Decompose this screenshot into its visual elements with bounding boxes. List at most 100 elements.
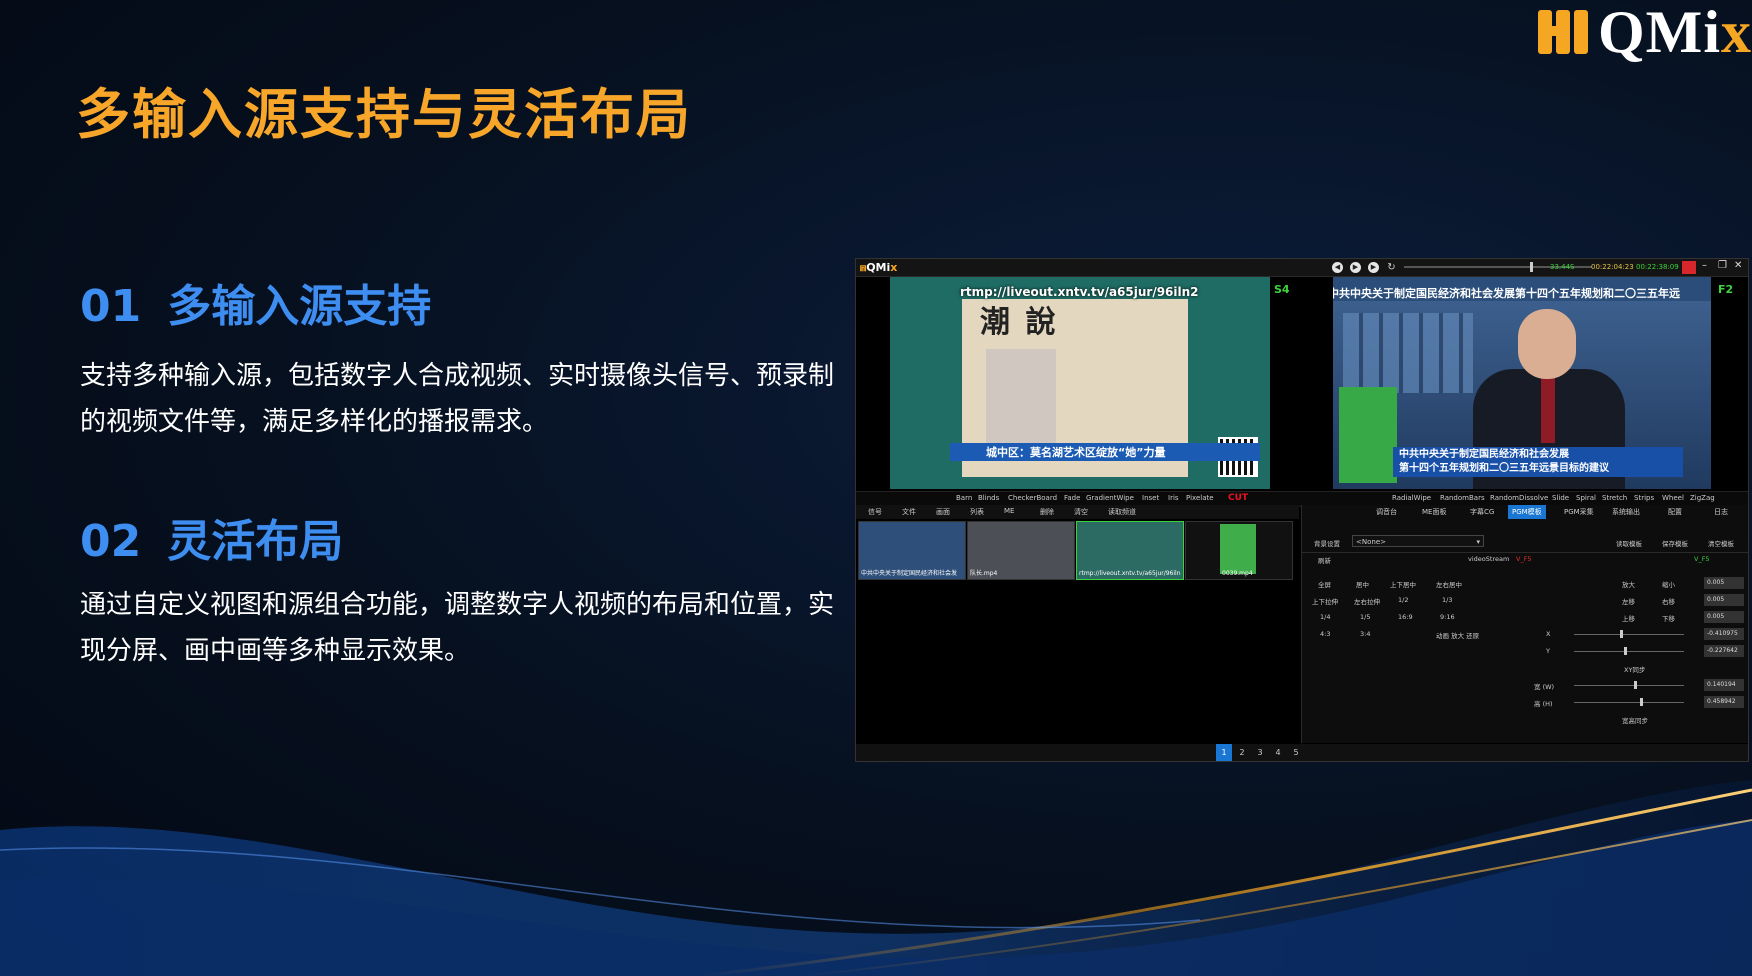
tab-caption-cg[interactable]: 字幕CG <box>1470 507 1494 517</box>
w-slider-knob[interactable] <box>1634 681 1637 689</box>
transition-barn[interactable]: Barn <box>956 494 972 502</box>
layout-center[interactable]: 居中 <box>1356 579 1369 589</box>
tab-screen[interactable]: 画面 <box>936 507 950 517</box>
transition-radialwipe[interactable]: RadialWipe <box>1392 494 1431 502</box>
w-value-field[interactable]: 0.140194 <box>1704 679 1744 691</box>
page-button-3[interactable]: 3 <box>1252 744 1268 761</box>
page-button-1[interactable]: 1 <box>1216 744 1232 761</box>
source-thumb[interactable]: 中共中央关于制定国民经济和社会发 <box>858 521 966 580</box>
move-down-button[interactable]: 下移 <box>1662 613 1675 623</box>
transition-slide[interactable]: Slide <box>1552 494 1569 502</box>
restore-icon[interactable]: ❐ <box>1718 260 1727 271</box>
wh-sync-toggle[interactable]: 宽高同步 <box>1622 715 1648 725</box>
preview-monitor[interactable]: 潮 說 rtmp://liveout.xntv.tv/a65jur/96iln2… <box>890 277 1270 489</box>
x-value-field[interactable]: -0.410975 <box>1704 628 1744 640</box>
move-left-button[interactable]: 左移 <box>1622 596 1635 606</box>
tab-clear[interactable]: 清空 <box>1074 507 1088 517</box>
page-button-4[interactable]: 4 <box>1270 744 1286 761</box>
layout-vcenter[interactable]: 上下居中 <box>1390 579 1416 589</box>
load-template-button[interactable]: 读取模板 <box>1616 538 1642 548</box>
step-field-2[interactable]: 0.005 <box>1704 594 1744 606</box>
digital-human-pip <box>1339 387 1397 483</box>
tab-delete[interactable]: 删除 <box>1040 507 1054 517</box>
x-slider[interactable] <box>1574 634 1684 635</box>
transition-pixelate[interactable]: Pixelate <box>1186 494 1214 502</box>
program-monitor[interactable]: 中共中央关于制定国民经济和社会发展第十四个五年规划和二〇三五年远 中共中央关于制… <box>1333 277 1711 489</box>
tab-system-output[interactable]: 系统输出 <box>1612 507 1640 517</box>
source-thumb[interactable]: rtmp://liveout.xntv.tv/a65jur/96iln <box>1076 521 1184 580</box>
source-thumb[interactable]: 0039.mp4 <box>1185 521 1293 580</box>
transition-strips[interactable]: Strips <box>1634 494 1654 502</box>
h-value-field[interactable]: 0.458942 <box>1704 696 1744 708</box>
save-template-button[interactable]: 保存模板 <box>1662 538 1688 548</box>
minimize-icon[interactable]: – <box>1702 260 1707 271</box>
layout-third[interactable]: 1/3 <box>1442 596 1452 604</box>
tab-signal[interactable]: 信号 <box>868 507 882 517</box>
volume-mute-icon[interactable] <box>1682 261 1696 274</box>
tab-file[interactable]: 文件 <box>902 507 916 517</box>
layout-16-9[interactable]: 16:9 <box>1398 613 1413 621</box>
bg-setting-select[interactable]: <None> ▾ <box>1352 535 1484 547</box>
transition-randombars[interactable]: RandomBars <box>1440 494 1485 502</box>
page-button-2[interactable]: 2 <box>1234 744 1250 761</box>
transition-stretch[interactable]: Stretch <box>1602 494 1627 502</box>
transition-checkerboard[interactable]: CheckerBoard <box>1008 494 1057 502</box>
clear-template-button[interactable]: 清空模板 <box>1708 538 1734 548</box>
tab-me-panel[interactable]: ME面板 <box>1422 507 1446 517</box>
transition-zigzag[interactable]: ZigZag <box>1690 494 1715 502</box>
play-icon[interactable]: ▶ <box>1350 262 1361 273</box>
layout-quarter[interactable]: 1/4 <box>1320 613 1330 621</box>
refresh-button[interactable]: 刷新 <box>1318 555 1331 565</box>
cut-button[interactable]: CUT <box>1228 493 1248 503</box>
tab-pgm-capture[interactable]: PGM采集 <box>1564 507 1594 517</box>
transition-blinds[interactable]: Blinds <box>978 494 999 502</box>
layout-hstretch[interactable]: 左右拉伸 <box>1354 596 1380 606</box>
w-slider[interactable] <box>1574 685 1684 686</box>
layout-anim-zoom-restore[interactable]: 动画 放大 还原 <box>1436 630 1479 640</box>
tab-audio-mixer[interactable]: 调音台 <box>1376 507 1397 517</box>
page-selector: 1 2 3 4 5 <box>856 744 1748 761</box>
transition-iris[interactable]: Iris <box>1168 494 1179 502</box>
tab-log[interactable]: 日志 <box>1714 507 1728 517</box>
transition-inset[interactable]: Inset <box>1142 494 1159 502</box>
x-slider-knob[interactable] <box>1620 630 1623 638</box>
layout-4-3[interactable]: 4:3 <box>1320 630 1330 638</box>
close-icon[interactable]: ✕ <box>1734 260 1742 271</box>
h-slider-knob[interactable] <box>1640 698 1643 706</box>
transition-randomdissolve[interactable]: RandomDissolve <box>1490 494 1548 502</box>
step-field-1[interactable]: 0.005 <box>1704 577 1744 589</box>
next-icon[interactable]: ▶ <box>1368 262 1379 273</box>
tab-list[interactable]: 列表 <box>970 507 984 517</box>
y-slider[interactable] <box>1574 651 1684 652</box>
layout-half[interactable]: 1/2 <box>1398 596 1408 604</box>
layout-3-4[interactable]: 3:4 <box>1360 630 1370 638</box>
layout-fullscreen[interactable]: 全屏 <box>1318 579 1331 589</box>
xy-sync-toggle[interactable]: XY同步 <box>1624 664 1645 674</box>
page-button-5[interactable]: 5 <box>1288 744 1304 761</box>
zoom-out-button[interactable]: 缩小 <box>1662 579 1675 589</box>
move-up-button[interactable]: 上移 <box>1622 613 1635 623</box>
tab-read-channel[interactable]: 读取频道 <box>1108 507 1136 517</box>
tab-config[interactable]: 配置 <box>1668 507 1682 517</box>
move-right-button[interactable]: 右移 <box>1662 596 1675 606</box>
zoom-in-button[interactable]: 放大 <box>1622 579 1635 589</box>
y-slider-knob[interactable] <box>1624 647 1627 655</box>
layout-vstretch[interactable]: 上下拉伸 <box>1312 596 1338 606</box>
source-thumb[interactable]: 队长.mp4 <box>967 521 1075 580</box>
refresh-icon[interactable]: ↻ <box>1386 262 1397 273</box>
tab-pgm-template[interactable]: PGM模板 <box>1508 505 1546 519</box>
transition-wheel[interactable]: Wheel <box>1662 494 1684 502</box>
h-slider[interactable] <box>1574 702 1684 703</box>
transition-fade[interactable]: Fade <box>1064 494 1080 502</box>
transition-gradientwipe[interactable]: GradientWipe <box>1086 494 1134 502</box>
transition-spiral[interactable]: Spiral <box>1576 494 1596 502</box>
logo-wordmark: QMix <box>1598 0 1752 65</box>
layout-9-16[interactable]: 9:16 <box>1440 613 1455 621</box>
step-field-3[interactable]: 0.005 <box>1704 611 1744 623</box>
y-value-field[interactable]: -0.227642 <box>1704 645 1744 657</box>
layout-hcenter[interactable]: 左右居中 <box>1436 579 1462 589</box>
tab-me[interactable]: ME <box>1004 507 1014 515</box>
prev-icon[interactable]: ◀ <box>1332 262 1343 273</box>
layout-fifth[interactable]: 1/5 <box>1360 613 1370 621</box>
timeline-knob[interactable] <box>1530 262 1533 272</box>
